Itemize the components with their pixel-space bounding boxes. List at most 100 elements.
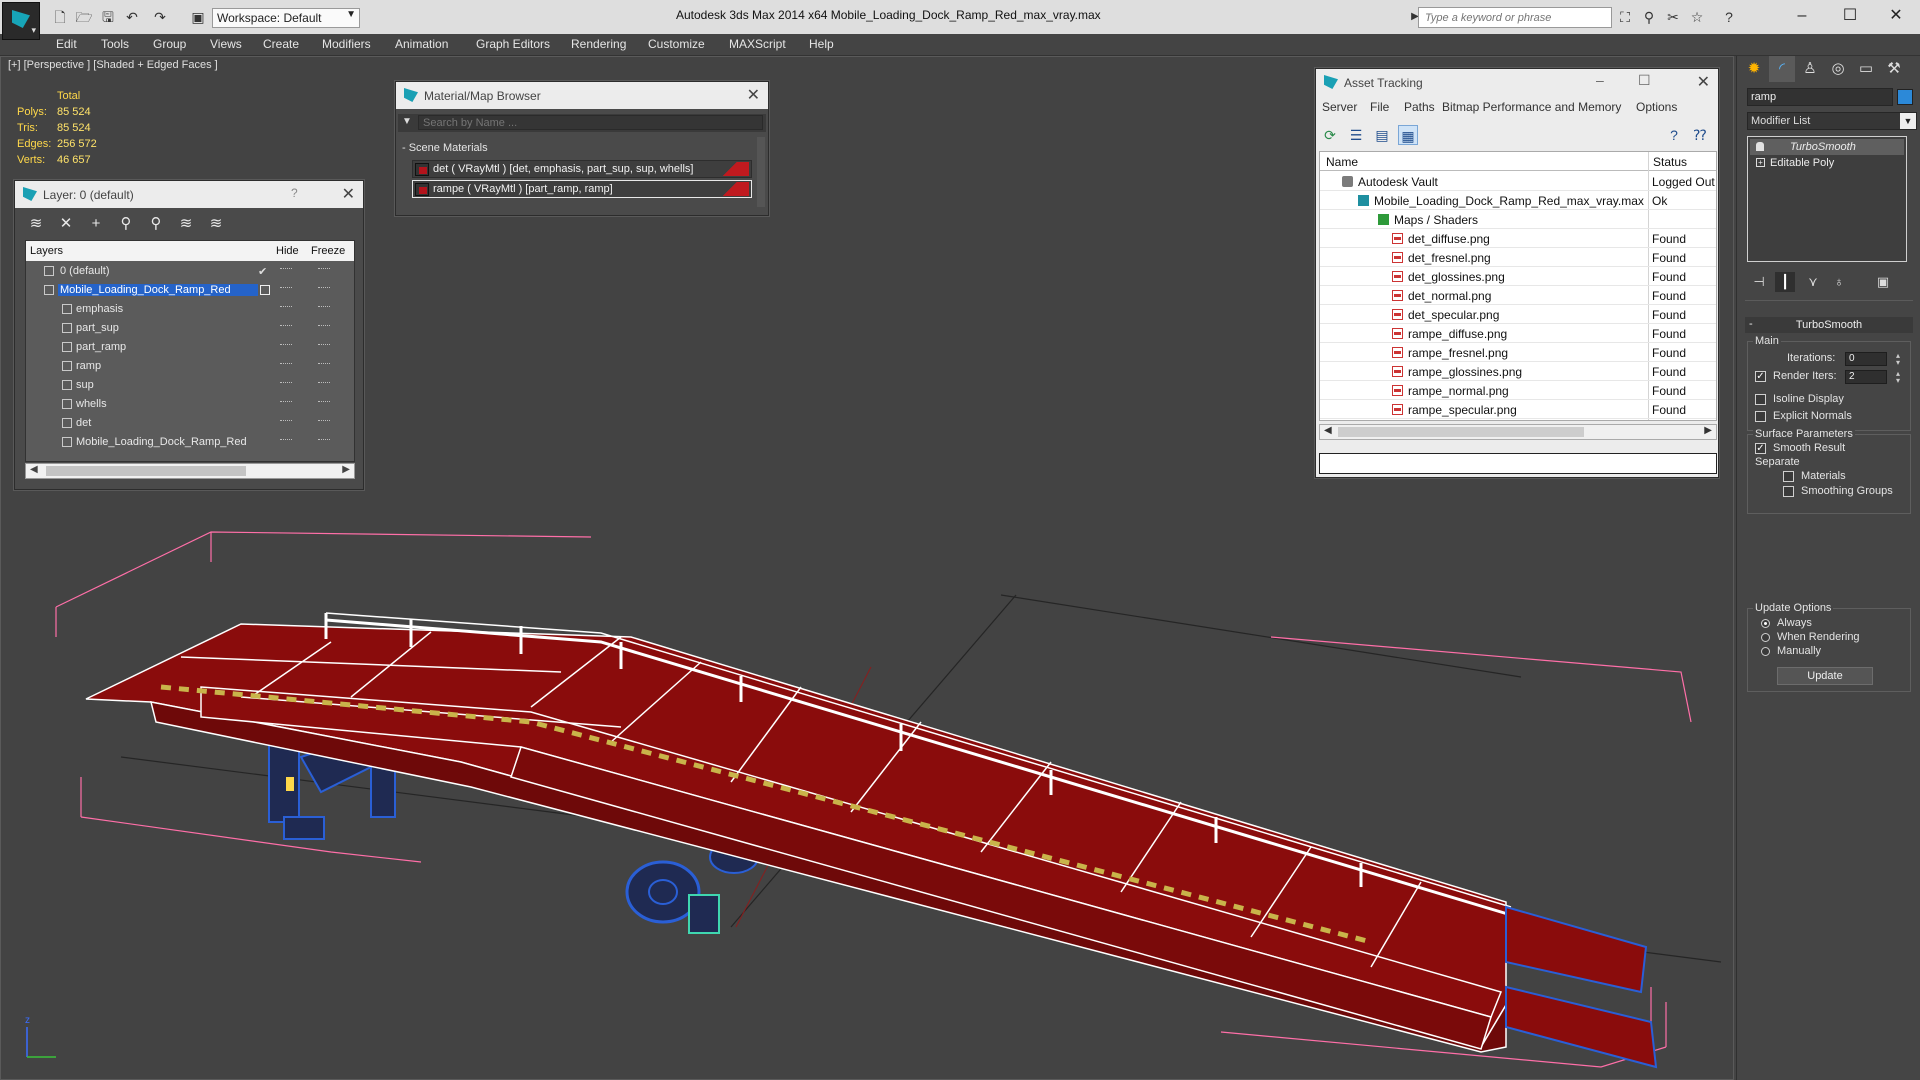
menu-graph-editors[interactable]: Graph Editors — [476, 37, 550, 51]
favorites-star-icon[interactable]: ☆ — [1688, 8, 1706, 26]
menu-bitmap-performance[interactable]: Bitmap Performance and Memory — [1442, 100, 1621, 114]
layer-row[interactable]: det — [26, 414, 354, 433]
col-status[interactable]: Status — [1653, 155, 1687, 169]
object-name-field[interactable] — [1747, 88, 1893, 106]
asset-row[interactable]: Maps / Shaders — [1320, 210, 1716, 229]
menu-views[interactable]: Views — [210, 37, 242, 51]
vertical-scrollbar[interactable] — [757, 137, 765, 207]
workspace-dropdown[interactable]: Workspace: Default ▼ — [212, 8, 360, 28]
asset-row[interactable]: rampe_diffuse.png Found — [1320, 324, 1716, 343]
col-hide[interactable]: Hide — [276, 245, 299, 257]
asset-tracking-titlebar[interactable]: Asset Tracking – ☐ ✕ — [1316, 69, 1718, 96]
menu-file[interactable]: File — [1370, 100, 1389, 114]
add-to-layer-icon[interactable]: + — [85, 213, 107, 235]
search-box[interactable] — [1418, 7, 1612, 28]
make-unique-icon[interactable]: ⋎ — [1803, 272, 1823, 292]
asset-row[interactable]: det_normal.png Found — [1320, 286, 1716, 305]
layer-row[interactable]: part_sup — [26, 319, 354, 338]
display-tab-icon[interactable]: ▭ — [1853, 56, 1879, 82]
viewport-label[interactable]: [+] [Perspective ] [Shaded + Edged Faces… — [8, 59, 218, 71]
scene-materials-group[interactable]: - Scene Materials — [402, 142, 488, 154]
material-search-input[interactable] — [418, 115, 763, 130]
create-tab-icon[interactable]: ✹ — [1741, 56, 1767, 82]
asset-row[interactable]: rampe_normal.png Found — [1320, 381, 1716, 400]
freeze-all-icon[interactable]: ≋ — [205, 213, 227, 235]
create-layer-icon[interactable]: ≋ — [25, 213, 47, 235]
delete-layer-icon[interactable]: ✕ — [55, 213, 77, 235]
close-icon[interactable]: ✕ — [342, 184, 355, 204]
menu-customize[interactable]: Customize — [648, 37, 705, 51]
minimize-button[interactable]: – — [1596, 72, 1604, 88]
maximize-button[interactable]: ☐ — [1834, 4, 1866, 28]
modifier-list-dropdown[interactable]: Modifier List ▼ — [1747, 112, 1917, 130]
material-item[interactable]: rampe ( VRayMtl ) [part_ramp, ramp] — [412, 180, 752, 198]
col-freeze[interactable]: Freeze — [311, 245, 345, 257]
new-file-icon[interactable]: 🗋 — [50, 8, 70, 26]
pin-stack-icon[interactable]: ⊣ — [1749, 272, 1769, 292]
thumbnail-view-icon[interactable]: ▤ — [1372, 125, 1392, 145]
search-input[interactable] — [1419, 8, 1611, 27]
menu-server[interactable]: Server — [1322, 100, 1357, 114]
layer-row[interactable]: sup — [26, 376, 354, 395]
scroll-right-icon[interactable]: ▶ — [342, 464, 350, 475]
col-layers[interactable]: Layers — [30, 245, 63, 257]
help-icon[interactable]: ? — [1720, 8, 1738, 26]
asset-row[interactable]: rampe_specular.png Found — [1320, 400, 1716, 419]
menu-create[interactable]: Create — [263, 37, 299, 51]
layer-row[interactable]: 0 (default) ✔ — [26, 262, 354, 281]
layer-row[interactable]: emphasis — [26, 300, 354, 319]
modify-tab-icon[interactable]: ◜ — [1769, 56, 1795, 82]
configure-modifier-sets-icon[interactable]: ▣ — [1873, 272, 1893, 292]
menu-animation[interactable]: Animation — [395, 37, 448, 51]
subscription-center-icon[interactable]: ⚲ — [1640, 8, 1658, 26]
scroll-thumb[interactable] — [46, 466, 246, 476]
scroll-left-icon[interactable]: ◀ — [1324, 425, 1332, 436]
light-bulb-icon[interactable] — [1756, 142, 1764, 151]
layer-row[interactable]: Mobile_Loading_Dock_Ramp_Red — [26, 281, 354, 300]
expand-plus-icon[interactable]: + — [1756, 158, 1765, 167]
save-file-icon[interactable]: 🖫 — [98, 8, 118, 26]
asset-row[interactable]: det_specular.png Found — [1320, 305, 1716, 324]
menu-paths[interactable]: Paths — [1404, 100, 1435, 114]
stack-item-editable-poly[interactable]: + Editable Poly — [1750, 155, 1904, 171]
list-view-icon[interactable]: ☰ — [1346, 125, 1366, 145]
menu-tools[interactable]: Tools — [101, 37, 129, 51]
asset-row[interactable]: rampe_glossines.png Found — [1320, 362, 1716, 381]
scroll-thumb[interactable] — [1338, 427, 1584, 437]
select-objects-icon[interactable]: ⚲ — [115, 213, 137, 235]
menu-modifiers[interactable]: Modifiers — [322, 37, 371, 51]
undo-icon[interactable]: ↶ — [122, 8, 142, 26]
asset-path-field[interactable] — [1319, 453, 1717, 474]
layer-row[interactable]: Mobile_Loading_Dock_Ramp_Red — [26, 433, 354, 452]
asset-row[interactable]: Mobile_Loading_Dock_Ramp_Red_max_vray.ma… — [1320, 191, 1716, 210]
set-active-checkbox[interactable] — [260, 285, 270, 295]
minimize-button[interactable]: – — [1786, 4, 1818, 28]
menu-group[interactable]: Group — [153, 37, 186, 51]
help-button[interactable]: ? — [291, 186, 298, 200]
layer-row[interactable]: part_ramp — [26, 338, 354, 357]
render-iters-spinner[interactable]: 2 ▴ ▾ — [1845, 370, 1900, 385]
asset-row[interactable]: det_fresnel.png Found — [1320, 248, 1716, 267]
menu-edit[interactable]: Edit — [56, 37, 77, 51]
close-icon[interactable]: ✕ — [747, 85, 760, 105]
table-view-icon[interactable]: ▦ — [1398, 125, 1418, 145]
layer-panel-titlebar[interactable]: Layer: 0 (default) ? ✕ — [15, 181, 363, 208]
redo-icon[interactable]: ↷ — [150, 8, 170, 26]
scroll-left-icon[interactable]: ◀ — [30, 464, 38, 475]
layer-row[interactable]: ramp — [26, 357, 354, 376]
turbosmooth-rollout-header[interactable]: - TurboSmooth — [1745, 317, 1913, 333]
horizontal-scrollbar[interactable]: ◀ ▶ — [25, 463, 355, 479]
horizontal-scrollbar[interactable]: ◀ ▶ — [1319, 424, 1717, 440]
help-icon[interactable]: ? — [1664, 125, 1684, 145]
object-color-swatch[interactable] — [1897, 89, 1913, 105]
maximize-button[interactable]: ☐ — [1638, 72, 1651, 89]
menu-options[interactable]: Options — [1636, 100, 1677, 114]
asset-row[interactable]: det_glossines.png Found — [1320, 267, 1716, 286]
asset-row[interactable]: Autodesk Vault Logged Out — [1320, 172, 1716, 191]
layer-row[interactable]: whells — [26, 395, 354, 414]
close-button[interactable]: ✕ — [1880, 4, 1912, 28]
open-file-icon[interactable]: 🗁 — [74, 8, 94, 26]
menu-rendering[interactable]: Rendering — [571, 37, 626, 51]
communication-center-icon[interactable]: ✂ — [1664, 8, 1682, 26]
motion-tab-icon[interactable]: ◎ — [1825, 56, 1851, 82]
